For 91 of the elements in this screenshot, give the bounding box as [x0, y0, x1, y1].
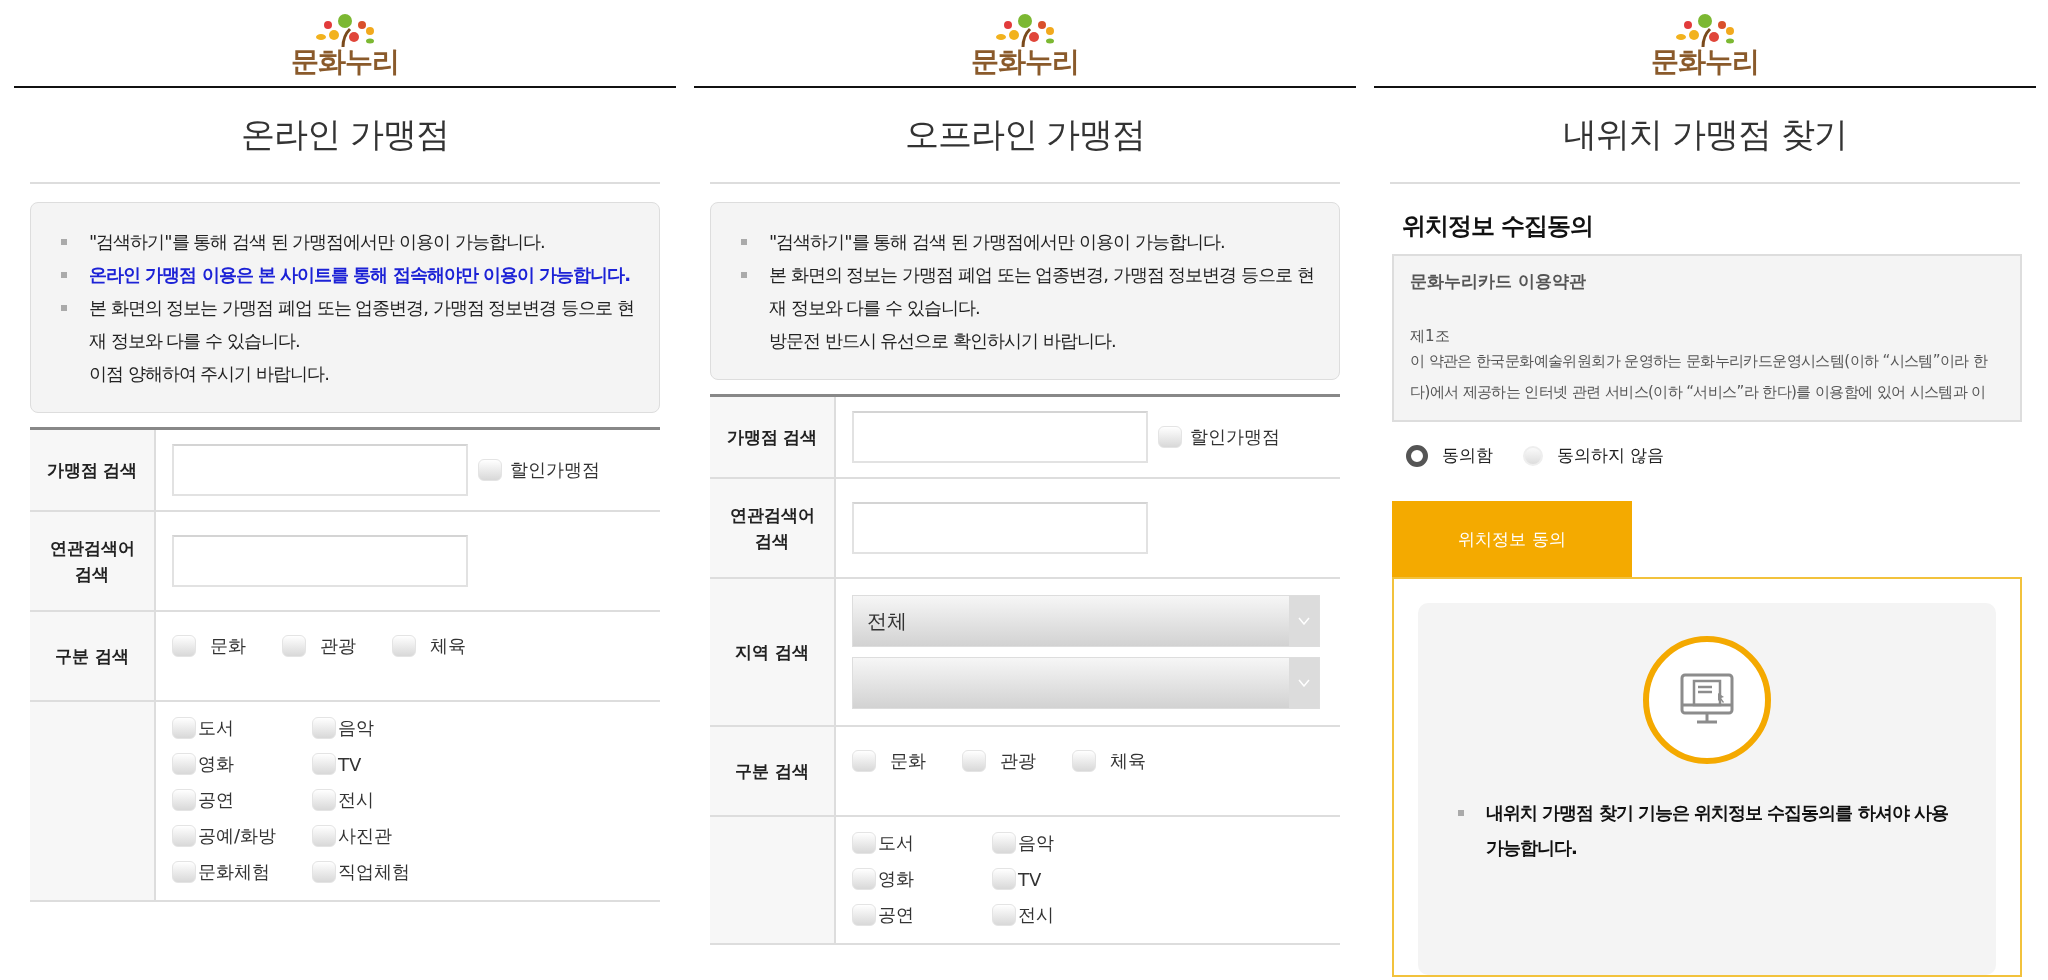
checkbox-label: 문화 — [210, 634, 246, 658]
logo-text: 문화누리 — [971, 47, 1079, 78]
checkbox-label: TV — [1018, 868, 1042, 890]
checkbox[interactable] — [312, 753, 336, 775]
checkbox-label: 도서 — [878, 831, 914, 855]
checkbox[interactable] — [282, 635, 306, 657]
checkbox[interactable] — [172, 789, 196, 811]
notice-text: 온라인 가맹점 이용은 본 사이트를 통해 접속해야만 이용이 가능합니다. — [89, 263, 630, 287]
checkbox[interactable] — [312, 825, 336, 847]
checkbox-label: 음악 — [1018, 831, 1054, 855]
bullet-icon — [61, 239, 67, 245]
checkbox-label: 공예/화방 — [198, 824, 277, 848]
checkbox[interactable] — [1072, 750, 1096, 772]
checkbox[interactable] — [392, 635, 416, 657]
input-field[interactable] — [172, 444, 468, 496]
checkbox-label: 관광 — [320, 634, 356, 658]
caret-icon — [1298, 617, 1310, 625]
checkbox-label: 음악 — [338, 716, 374, 740]
notice-text: "검색하기"를 통해 검색 된 가맹점에서만 이용이 가능합니다. — [89, 230, 545, 254]
terms-title: 문화누리카드 이용약관 — [1410, 270, 1587, 293]
checkbox-label: 전시 — [1018, 903, 1054, 927]
checkbox-label: 관광 — [1000, 749, 1036, 773]
checkbox[interactable] — [172, 825, 196, 847]
article-heading: 제1조 — [1410, 327, 1451, 346]
bullet-icon — [61, 272, 67, 278]
checkbox[interactable] — [992, 904, 1016, 926]
bullet-icon — [61, 305, 67, 311]
logo-text: 문화누리 — [291, 47, 399, 78]
checkbox-label: 할인가맹점 — [1190, 425, 1280, 449]
field-label: 구분 검색 — [735, 760, 809, 783]
checkbox-label: 사진관 — [338, 824, 392, 848]
bullet-icon — [1458, 810, 1464, 816]
checkbox[interactable] — [478, 459, 502, 481]
checkbox-label: 공연 — [878, 903, 914, 927]
radio-label: 동의하지 않음 — [1557, 444, 1665, 467]
radio-label: 동의함 — [1442, 444, 1493, 467]
field-label: 가맹점 검색 — [726, 426, 818, 449]
checkbox-label: 체육 — [1110, 749, 1146, 773]
input-field[interactable] — [172, 535, 468, 587]
field-label: 연관검색어 검색 — [49, 537, 135, 586]
checkbox-label: 문화 — [890, 749, 926, 773]
checkbox[interactable] — [312, 789, 336, 811]
page-title: 온라인 가맹점 — [241, 113, 449, 156]
terms-text: 이 약관은 한국문화예술위원회가 운영하는 문화누리카드운영시스템(이하 “시스템”이라 한다)에서 제공하는 인터넷 관련 서비스(이하 “서비스”라 한다)를 이용함에 있어 시스템과 이 — [1410, 351, 1989, 403]
bullet-icon — [741, 239, 747, 245]
radio-button[interactable] — [1406, 444, 1428, 467]
section-heading: 위치정보 수집동의 — [1402, 211, 1595, 242]
checkbox[interactable] — [992, 868, 1016, 890]
checkbox[interactable] — [172, 861, 196, 883]
field-label: 지역 검색 — [735, 641, 809, 664]
checkbox-label: 영화 — [878, 867, 914, 891]
dropdown[interactable]: 전체 — [852, 595, 1320, 647]
checkbox-label: 도서 — [198, 716, 234, 740]
checkbox[interactable] — [172, 635, 196, 657]
checkbox-label: 직업체험 — [338, 860, 410, 884]
monitor-icon — [1642, 635, 1772, 765]
checkbox[interactable] — [962, 750, 986, 772]
checkbox-label: TV — [338, 753, 362, 775]
info-text: 내위치 가맹점 찾기 기능은 위치정보 수집동의를 하셔야 사용 가능합니다. — [1486, 801, 1949, 860]
checkbox-label: 할인가맹점 — [510, 458, 600, 482]
checkbox[interactable] — [852, 750, 876, 772]
checkbox[interactable] — [1158, 426, 1182, 448]
field-label: 연관검색어 검색 — [729, 504, 815, 553]
notice-text: 본 화면의 정보는 가맹점 폐업 또는 업종변경, 가맹점 정보변경 등으로 현재 정보와 다를 수 있습니다. — [89, 296, 635, 353]
dropdown[interactable] — [852, 657, 1320, 709]
checkbox[interactable] — [852, 832, 876, 854]
checkbox[interactable] — [312, 861, 336, 883]
logo-text: 문화누리 — [1651, 47, 1759, 78]
notice-text: 방문전 반드시 유선으로 확인하시기 바랍니다. — [769, 329, 1117, 353]
caret-icon — [1298, 679, 1310, 687]
notice-text: 이점 양해하여 주시기 바랍니다. — [89, 362, 330, 386]
input-field[interactable] — [852, 411, 1148, 463]
checkbox[interactable] — [172, 753, 196, 775]
checkbox-label: 전시 — [338, 788, 374, 812]
bullet-icon — [741, 272, 747, 278]
field-label: 가맹점 검색 — [46, 459, 138, 482]
field-label: 구분 검색 — [55, 645, 129, 668]
checkbox[interactable] — [172, 717, 196, 739]
checkbox-label: 공연 — [198, 788, 234, 812]
checkbox-label: 문화체험 — [198, 860, 270, 884]
checkbox-label: 영화 — [198, 752, 234, 776]
checkbox[interactable] — [992, 832, 1016, 854]
checkbox[interactable] — [852, 868, 876, 890]
notice-text: 본 화면의 정보는 가맹점 폐업 또는 업종변경, 가맹점 정보변경 등으로 현재 정보와 다를 수 있습니다. — [769, 263, 1315, 320]
input-field[interactable] — [852, 502, 1148, 554]
checkbox[interactable] — [852, 904, 876, 926]
page-title: 내위치 가맹점 찾기 — [1563, 113, 1847, 156]
notice-text: "검색하기"를 통해 검색 된 가맹점에서만 이용이 가능합니다. — [769, 230, 1225, 254]
checkbox-label: 체육 — [430, 634, 466, 658]
checkbox[interactable] — [312, 717, 336, 739]
page-title: 오프라인 가맹점 — [904, 113, 1146, 156]
